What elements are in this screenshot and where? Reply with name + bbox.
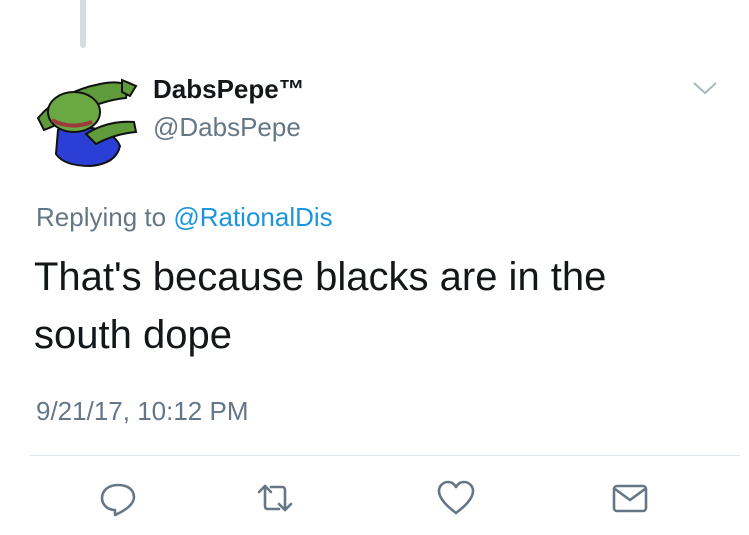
user-handle[interactable]: @DabsPepe — [153, 112, 301, 143]
reply-button[interactable] — [98, 478, 138, 518]
avatar[interactable] — [30, 72, 140, 168]
reply-icon — [100, 483, 136, 517]
display-name[interactable]: DabsPepe™ — [153, 74, 305, 105]
replying-to-label: Replying to — [36, 202, 174, 232]
pepe-avatar-image — [36, 78, 138, 168]
thread-connector-line — [80, 0, 86, 48]
retweet-icon — [257, 484, 293, 512]
reply-mention-link[interactable]: @RationalDis — [173, 202, 332, 232]
tweet-text: That's because blacks are in the south d… — [34, 255, 607, 357]
replying-to-line: Replying to @RationalDis — [36, 202, 333, 233]
like-button[interactable] — [436, 478, 476, 518]
retweet-button[interactable] — [255, 478, 295, 518]
direct-message-button[interactable] — [610, 478, 650, 518]
tweet-timestamp[interactable]: 9/21/17, 10:12 PM — [36, 396, 248, 427]
divider — [30, 455, 740, 456]
envelope-icon — [612, 484, 648, 513]
heart-icon — [437, 480, 475, 515]
chevron-down-icon[interactable] — [690, 78, 720, 98]
